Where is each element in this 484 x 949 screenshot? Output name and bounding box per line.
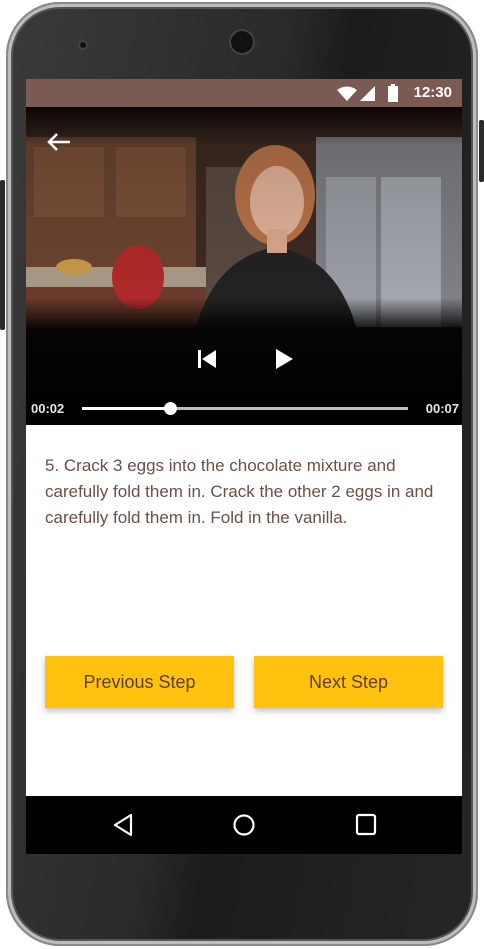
seek-bar[interactable] bbox=[82, 402, 408, 415]
nav-back-icon[interactable] bbox=[113, 813, 133, 837]
play-icon[interactable] bbox=[276, 349, 293, 369]
system-nav-bar bbox=[26, 796, 462, 854]
battery-icon bbox=[388, 84, 398, 102]
duration: 00:07 bbox=[425, 401, 459, 416]
power-button bbox=[479, 120, 484, 182]
status-time: 12:30 bbox=[413, 84, 452, 101]
next-step-button[interactable]: Next Step bbox=[254, 656, 443, 708]
previous-step-button[interactable]: Previous Step bbox=[45, 656, 234, 708]
video-frame bbox=[26, 107, 462, 425]
front-camera bbox=[229, 29, 255, 55]
nav-recents-icon[interactable] bbox=[355, 813, 377, 837]
sensor bbox=[78, 40, 88, 50]
skip-previous-icon[interactable] bbox=[198, 350, 216, 368]
step-content: 5. Crack 3 eggs into the chocolate mixtu… bbox=[26, 425, 462, 796]
seek-progress bbox=[82, 407, 171, 410]
current-time: 00:02 bbox=[31, 401, 65, 416]
signal-icon bbox=[360, 86, 375, 101]
nav-home-icon[interactable] bbox=[232, 813, 256, 837]
video-player[interactable]: 00:02 00:07 bbox=[26, 107, 462, 425]
volume-button bbox=[0, 180, 5, 330]
back-arrow-icon[interactable] bbox=[46, 131, 72, 153]
screen: 12:30 00:02 00:07 5. Crack 3 eggs into t… bbox=[26, 79, 462, 854]
step-instructions: 5. Crack 3 eggs into the chocolate mixtu… bbox=[45, 456, 434, 527]
seek-thumb[interactable] bbox=[164, 402, 178, 415]
status-bar: 12:30 bbox=[26, 79, 462, 107]
wifi-icon bbox=[337, 86, 357, 101]
